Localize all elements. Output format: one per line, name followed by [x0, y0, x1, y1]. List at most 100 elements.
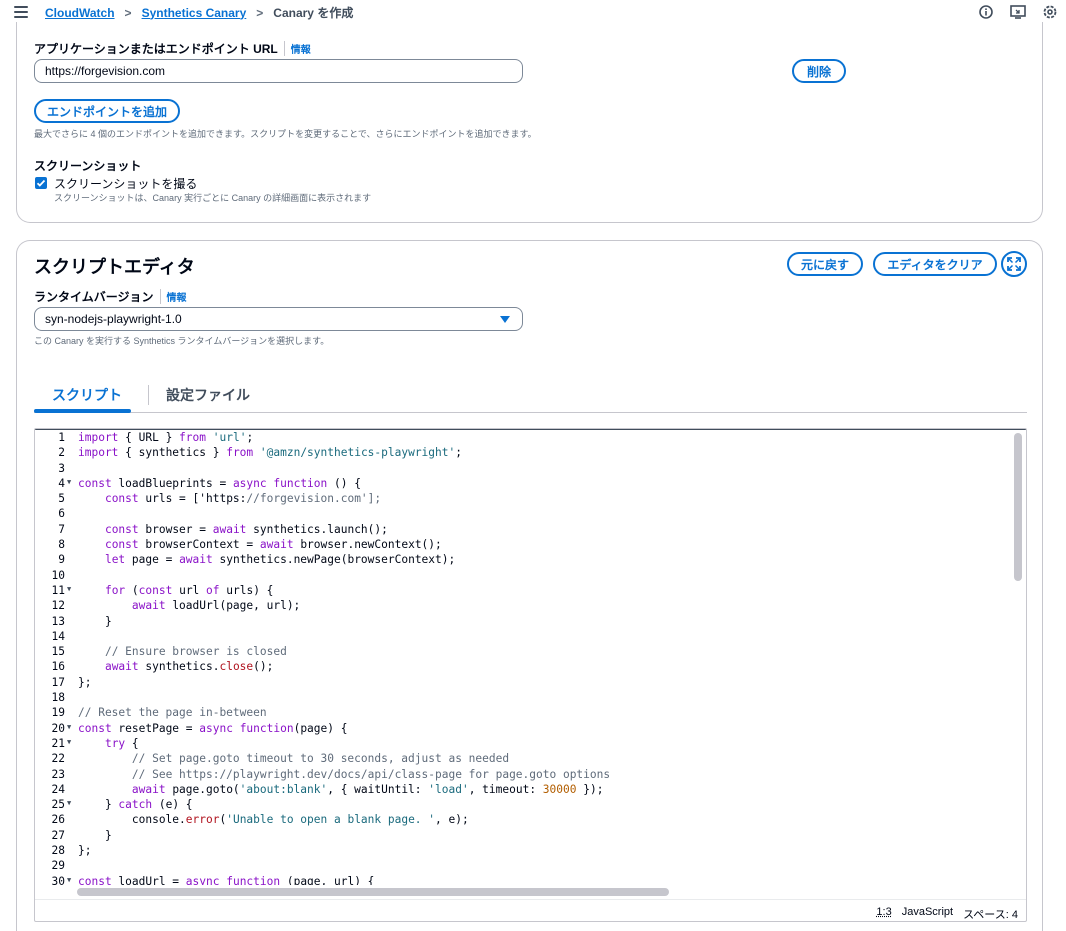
endpoint-panel: アプリケーションまたはエンドポイント URL 情報 削除 エンドポイントを追加 …: [16, 22, 1043, 223]
code-text: // Reset the page in-between: [78, 705, 267, 720]
vertical-scrollbar[interactable]: [1014, 433, 1022, 581]
code-text: }: [78, 828, 112, 843]
code-line[interactable]: 9 let page = await synthetics.newPage(br…: [35, 552, 1010, 567]
fold-toggle-icon[interactable]: ▼: [67, 873, 71, 885]
runtime-version-select[interactable]: syn-nodejs-playwright-1.0: [34, 307, 523, 331]
cursor-position[interactable]: 1:3: [876, 906, 891, 922]
fold-toggle-icon[interactable]: ▼: [67, 582, 71, 597]
line-number: 22: [35, 751, 65, 766]
code-line[interactable]: 4 ▼ const loadBlueprints = async function …: [35, 476, 1010, 491]
fullscreen-button[interactable]: [1001, 251, 1027, 277]
screen-icon[interactable]: [1010, 4, 1026, 20]
code-line[interactable]: 13 }: [35, 614, 1010, 629]
settings-icon[interactable]: [1042, 4, 1058, 20]
code-line[interactable]: 15 // Ensure browser is closed: [35, 644, 1010, 659]
add-endpoint-button[interactable]: エンドポイントを追加: [34, 99, 180, 123]
editor-tabs: スクリプト 設定ファイル: [34, 377, 1027, 413]
code-editor[interactable]: 1 import { URL } from 'url'; 2 import { syn…: [34, 428, 1027, 922]
code-line[interactable]: 19 // Reset the page in-between: [35, 705, 1010, 720]
code-line[interactable]: 10: [35, 568, 1010, 583]
code-line[interactable]: 8 const browserContext = await browser.n…: [35, 537, 1010, 552]
code-area[interactable]: 1 import { URL } from 'url'; 2 import { syn…: [35, 430, 1010, 885]
code-line[interactable]: 2 import { synthetics } from '@amzn/synth…: [35, 445, 1010, 460]
fold-toggle-icon[interactable]: ▼: [67, 735, 71, 750]
runtime-info-link[interactable]: 情報: [160, 289, 187, 304]
endpoint-url-input[interactable]: [34, 59, 523, 83]
code-line[interactable]: 12 await loadUrl(page, url);: [35, 598, 1010, 613]
code-line[interactable]: 11 ▼ for (const url of urls) {: [35, 583, 1010, 598]
code-text: import { URL } from 'url';: [78, 430, 253, 445]
code-text: // See https://playwright.dev/docs/api/c…: [78, 767, 610, 782]
revert-button[interactable]: 元に戻す: [787, 252, 863, 276]
breadcrumb-synthetics-link[interactable]: Synthetics Canary: [142, 6, 247, 20]
code-text: try {: [78, 736, 139, 751]
tab-script[interactable]: スクリプト: [52, 385, 122, 405]
runtime-label-text: ランタイムバージョン: [34, 288, 154, 305]
fold-toggle-icon[interactable]: ▼: [67, 475, 71, 490]
code-line[interactable]: 28};: [35, 843, 1010, 858]
code-line[interactable]: 3: [35, 461, 1010, 476]
code-text: }: [78, 614, 112, 629]
line-number: 1: [35, 430, 65, 445]
code-line[interactable]: 18: [35, 690, 1010, 705]
line-number: 2: [35, 445, 65, 460]
code-line[interactable]: 22 // Set page.goto timeout to 30 second…: [35, 751, 1010, 766]
code-line[interactable]: 23 // See https://playwright.dev/docs/ap…: [35, 767, 1010, 782]
code-line[interactable]: 5 const urls = ['https://forgevision.com…: [35, 491, 1010, 506]
tab-config-file[interactable]: 設定ファイル: [166, 385, 250, 405]
menu-icon[interactable]: [14, 6, 28, 18]
top-bar: CloudWatch > Synthetics Canary > Canary …: [0, 0, 1066, 24]
screenshot-checkbox[interactable]: [35, 177, 47, 189]
script-editor-title: スクリプトエディタ: [34, 253, 195, 279]
code-line[interactable]: 17};: [35, 675, 1010, 690]
code-line[interactable]: 14: [35, 629, 1010, 644]
url-info-link[interactable]: 情報: [284, 41, 311, 56]
line-number: 19: [35, 705, 65, 720]
code-text: await loadUrl(page, url);: [78, 598, 300, 613]
clear-editor-button[interactable]: エディタをクリア: [873, 252, 997, 276]
code-text: const browserContext = await browser.new…: [78, 537, 442, 552]
line-number: 11: [35, 583, 65, 598]
code-line[interactable]: 16 await synthetics.close();: [35, 659, 1010, 674]
active-tab-indicator: [34, 409, 131, 413]
fold-toggle-icon[interactable]: ▼: [67, 796, 71, 811]
code-text: const loadUrl = async function (page, ur…: [78, 874, 374, 885]
code-line[interactable]: 21 ▼ try {: [35, 736, 1010, 751]
code-text: for (const url of urls) {: [78, 583, 273, 598]
line-number: 23: [35, 767, 65, 782]
code-text: } catch (e) {: [78, 797, 193, 812]
code-line[interactable]: 25 ▼ } catch (e) {: [35, 797, 1010, 812]
code-line[interactable]: 6: [35, 506, 1010, 521]
tab-divider: [148, 385, 149, 405]
code-text: await page.goto('about:blank', { waitUnt…: [78, 782, 603, 797]
url-field-label: アプリケーションまたはエンドポイント URL 情報: [34, 40, 311, 57]
runtime-hint: この Canary を実行する Synthetics ランタイムバージョンを選択…: [34, 334, 329, 347]
code-line[interactable]: 29: [35, 858, 1010, 873]
code-line[interactable]: 26 console.error('Unable to open a blank…: [35, 812, 1010, 827]
horizontal-scrollbar[interactable]: [77, 888, 669, 896]
code-line[interactable]: 1 import { URL } from 'url';: [35, 430, 1010, 445]
code-text: const loadBlueprints = async function ()…: [78, 476, 361, 491]
code-text: import { synthetics } from '@amzn/synthe…: [78, 445, 462, 460]
code-line[interactable]: 24 await page.goto('about:blank', { wait…: [35, 782, 1010, 797]
line-number: 24: [35, 782, 65, 797]
editor-status-bar: 1:3 JavaScript スペース: 4: [35, 899, 1026, 922]
code-line[interactable]: 20 ▼ const resetPage = async function(page…: [35, 721, 1010, 736]
line-number: 13: [35, 614, 65, 629]
breadcrumb-cloudwatch-link[interactable]: CloudWatch: [45, 6, 115, 20]
code-text: console.error('Unable to open a blank pa…: [78, 812, 469, 827]
code-line[interactable]: 30 ▼ const loadUrl = async function (page,…: [35, 874, 1010, 885]
code-text: };: [78, 843, 91, 858]
delete-endpoint-button[interactable]: 削除: [792, 59, 846, 83]
breadcrumb-current: Canary を作成: [273, 4, 353, 21]
runtime-version-value: syn-nodejs-playwright-1.0: [45, 312, 182, 326]
screenshot-checkbox-label[interactable]: スクリーンショットを撮る: [54, 175, 197, 192]
code-line[interactable]: 7 const browser = await synthetics.launc…: [35, 522, 1010, 537]
line-number: 6: [35, 506, 65, 521]
line-number: 21: [35, 736, 65, 751]
code-line[interactable]: 27 }: [35, 828, 1010, 843]
add-endpoint-hint: 最大でさらに 4 個のエンドポイントを追加できます。スクリプトを変更することで、…: [34, 127, 537, 140]
info-icon[interactable]: [978, 4, 994, 20]
runtime-field-label: ランタイムバージョン 情報: [34, 288, 187, 305]
fold-toggle-icon[interactable]: ▼: [67, 720, 71, 735]
